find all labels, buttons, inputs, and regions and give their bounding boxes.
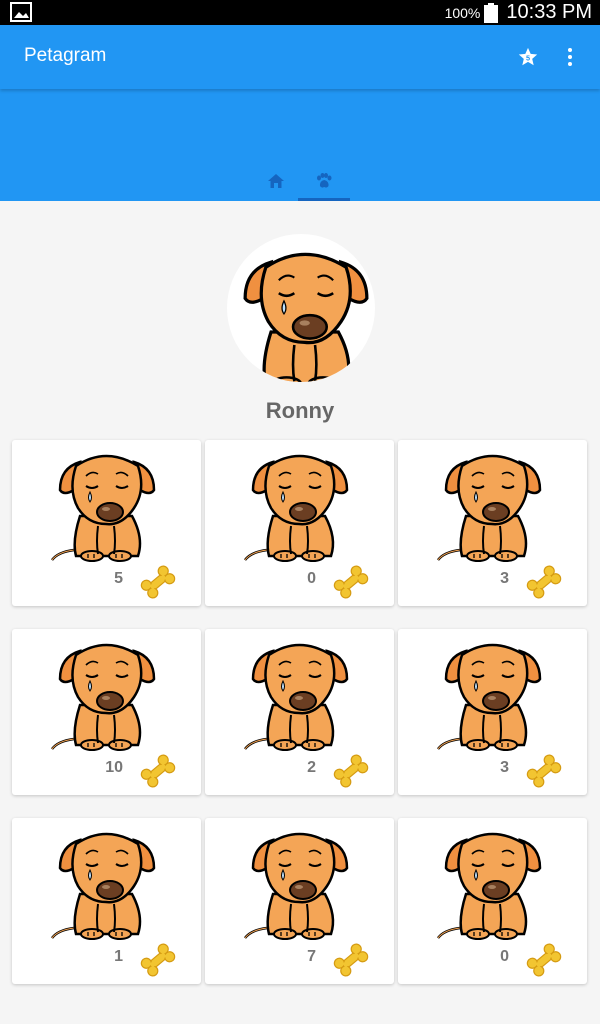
pet-photo bbox=[50, 643, 156, 752]
like-count: 10 bbox=[105, 759, 123, 776]
pet-card[interactable]: 7 bbox=[205, 818, 394, 984]
pet-card[interactable]: 5 bbox=[12, 440, 201, 606]
bone-icon[interactable] bbox=[526, 753, 562, 789]
like-count: 3 bbox=[500, 759, 509, 776]
dog-avatar-image bbox=[233, 252, 369, 382]
battery-icon bbox=[484, 2, 499, 23]
like-count: 0 bbox=[307, 570, 316, 587]
bone-icon[interactable] bbox=[140, 564, 176, 600]
favorites-button[interactable]: 5 bbox=[516, 45, 540, 69]
tab-profile[interactable] bbox=[298, 161, 350, 201]
status-right: 100% 10:33 PM bbox=[445, 0, 592, 25]
profile-content: Ronny 5 0 3 10 2 3 1 7 0 bbox=[0, 201, 600, 1024]
pet-card[interactable]: 2 bbox=[205, 629, 394, 795]
like-count: 1 bbox=[114, 948, 123, 965]
pet-photo bbox=[243, 832, 349, 941]
status-bar: 100% 10:33 PM bbox=[0, 0, 600, 25]
bone-icon[interactable] bbox=[526, 942, 562, 978]
favorites-badge: 5 bbox=[526, 54, 530, 63]
pet-card[interactable]: 0 bbox=[205, 440, 394, 606]
profile-avatar bbox=[227, 234, 375, 382]
pet-photo bbox=[50, 832, 156, 941]
star-icon: 5 bbox=[518, 47, 538, 66]
like-count: 3 bbox=[500, 570, 509, 587]
pet-photo bbox=[243, 454, 349, 563]
paw-icon bbox=[317, 173, 332, 188]
like-count: 7 bbox=[307, 948, 316, 965]
pet-photo bbox=[436, 454, 542, 563]
profile-name: Ronny bbox=[265, 398, 335, 423]
pet-card[interactable]: 10 bbox=[12, 629, 201, 795]
pet-card[interactable]: 3 bbox=[398, 440, 587, 606]
battery-percentage: 100% bbox=[444, 4, 481, 21]
bone-icon[interactable] bbox=[333, 942, 369, 978]
toolbar: Petagram 5 bbox=[0, 25, 600, 89]
like-count: 0 bbox=[500, 948, 509, 965]
tab-home[interactable] bbox=[250, 161, 302, 201]
bone-icon[interactable] bbox=[140, 942, 176, 978]
like-count: 2 bbox=[307, 759, 316, 776]
gallery-icon bbox=[10, 2, 32, 22]
pet-photo bbox=[436, 643, 542, 752]
bone-icon[interactable] bbox=[333, 753, 369, 789]
like-count: 5 bbox=[114, 570, 123, 587]
pet-card[interactable]: 1 bbox=[12, 818, 201, 984]
home-icon bbox=[268, 174, 284, 188]
app-title: Petagram bbox=[24, 45, 107, 66]
bone-icon[interactable] bbox=[333, 564, 369, 600]
pet-photo bbox=[243, 643, 349, 752]
pet-card[interactable]: 0 bbox=[398, 818, 587, 984]
bone-icon[interactable] bbox=[140, 753, 176, 789]
overflow-menu-icon bbox=[568, 48, 572, 66]
pet-photo bbox=[50, 454, 156, 563]
pet-photo bbox=[436, 832, 542, 941]
tab-bar bbox=[0, 161, 600, 201]
clock: 10:33 PM bbox=[506, 1, 592, 23]
app-bar: Petagram 5 bbox=[0, 25, 600, 201]
bone-icon[interactable] bbox=[526, 564, 562, 600]
overflow-menu-button[interactable] bbox=[558, 45, 582, 69]
pet-card[interactable]: 3 bbox=[398, 629, 587, 795]
